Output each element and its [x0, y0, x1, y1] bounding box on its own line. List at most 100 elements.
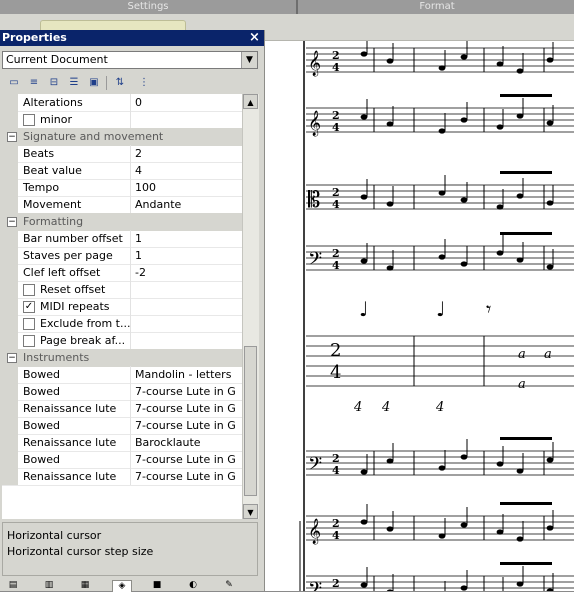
- properties-toolbar: ▭ ≡ ⊟ ☰ ▣ ⇅ ⋮: [2, 73, 260, 95]
- row-gutter: [2, 281, 18, 298]
- note-head: [438, 254, 446, 260]
- collapse-toggle-icon[interactable]: −: [7, 353, 17, 363]
- checkbox[interactable]: [23, 114, 35, 126]
- note-head: [516, 536, 524, 542]
- property-label: Clef left offset: [23, 266, 101, 279]
- layers-tab-icon[interactable]: ▦: [76, 580, 94, 591]
- property-label: minor: [40, 113, 72, 126]
- property-row[interactable]: Renaissance lute Barocklaute: [2, 434, 242, 452]
- property-row[interactable]: Alterations 0: [2, 94, 242, 112]
- layout-icon[interactable]: ▣: [86, 75, 102, 91]
- property-category[interactable]: − Formatting: [2, 213, 242, 231]
- property-value[interactable]: 2: [135, 145, 241, 162]
- property-row[interactable]: ✓ MIDI repeats: [2, 298, 242, 316]
- note-head: [460, 261, 468, 267]
- property-value[interactable]: 100: [135, 179, 241, 196]
- property-row[interactable]: Beats 2: [2, 145, 242, 163]
- properties-panel: Properties × Current Document ▼ ▭ ≡ ⊟ ☰ ▣ ⇅ ⋮ …: [0, 30, 265, 592]
- property-label: Renaissance lute: [23, 470, 117, 483]
- checkbox[interactable]: [23, 284, 35, 296]
- property-value[interactable]: Andante: [135, 196, 241, 213]
- chevron-down-icon[interactable]: ▼: [241, 52, 257, 68]
- row-gutter: [2, 264, 18, 281]
- property-row[interactable]: Reset offset: [2, 281, 242, 299]
- property-name-cell: Bowed: [2, 417, 131, 434]
- clef-icon: 𝄢: [308, 249, 322, 274]
- property-name-cell: Tempo: [2, 179, 131, 196]
- colors-tab-icon[interactable]: ■: [148, 580, 166, 591]
- palette-tab-icon[interactable]: ◐: [184, 580, 202, 591]
- property-grid-scrollbar[interactable]: ▲ ▼: [242, 94, 259, 519]
- note-head: [360, 194, 368, 200]
- property-value[interactable]: 7-course Lute in G: [135, 400, 241, 417]
- properties-tab-icon[interactable]: ◈: [112, 580, 132, 592]
- property-value[interactable]: 1: [135, 247, 241, 264]
- scroll-up-icon[interactable]: ▲: [243, 94, 258, 109]
- property-value[interactable]: 7-course Lute in G: [135, 468, 241, 485]
- collapse-toggle-icon[interactable]: −: [7, 217, 17, 227]
- property-row[interactable]: Renaissance lute 7-course Lute in G: [2, 468, 242, 486]
- property-label: Bowed: [23, 385, 61, 398]
- note-head: [546, 120, 554, 126]
- property-value[interactable]: Barocklaute: [135, 434, 241, 451]
- scroll-down-icon[interactable]: ▼: [243, 504, 258, 519]
- property-value[interactable]: -2: [135, 264, 241, 281]
- property-row[interactable]: Clef left offset -2: [2, 264, 242, 282]
- property-row[interactable]: Renaissance lute 7-course Lute in G: [2, 400, 242, 418]
- property-row[interactable]: Bowed Mandolin - letters: [2, 366, 242, 384]
- files-tab-icon[interactable]: ▤: [4, 580, 22, 591]
- scroll-thumb[interactable]: [244, 346, 257, 496]
- property-row[interactable]: Bowed 7-course Lute in G: [2, 451, 242, 469]
- property-category[interactable]: − Signature and movement: [2, 128, 242, 146]
- property-value[interactable]: 7-course Lute in G: [135, 383, 241, 400]
- property-row[interactable]: Movement Andante: [2, 196, 242, 214]
- property-row[interactable]: Bar number offset 1: [2, 230, 242, 248]
- property-label: Reset offset: [40, 283, 106, 296]
- property-row[interactable]: Page break af...: [2, 332, 242, 350]
- property-value[interactable]: 4: [135, 162, 241, 179]
- property-row[interactable]: Bowed 7-course Lute in G: [2, 417, 242, 435]
- time-signature-top: 2: [330, 340, 341, 361]
- collapse-toggle-icon[interactable]: −: [7, 132, 17, 142]
- outline-icon[interactable]: ☰: [66, 75, 82, 91]
- document-tab-icon[interactable]: ▥: [40, 580, 58, 591]
- tree-icon[interactable]: ⊟: [46, 75, 62, 91]
- close-icon[interactable]: ×: [248, 31, 261, 44]
- help-description: Horizontal cursor step size: [7, 545, 154, 558]
- property-row[interactable]: Exclude from t...: [2, 315, 242, 333]
- property-row[interactable]: Tempo 100: [2, 179, 242, 197]
- note-head: [516, 68, 524, 74]
- note-head: [496, 124, 504, 130]
- properties-title-bar[interactable]: Properties ×: [0, 30, 264, 46]
- property-row[interactable]: Staves per page 1: [2, 247, 242, 265]
- property-row[interactable]: Bowed 7-course Lute in G: [2, 383, 242, 401]
- format-tab[interactable]: Format: [300, 0, 574, 14]
- options-icon[interactable]: ⋮: [136, 75, 152, 91]
- property-value[interactable]: 7-course Lute in G: [135, 417, 241, 434]
- tools-tab-icon[interactable]: ✎: [220, 580, 238, 591]
- settings-tab[interactable]: Settings: [0, 0, 296, 14]
- page-icon[interactable]: ▭: [6, 75, 22, 91]
- checkbox[interactable]: [23, 318, 35, 330]
- list-icon[interactable]: ≡: [26, 75, 42, 91]
- property-value[interactable]: 0: [135, 94, 241, 111]
- property-value[interactable]: Mandolin - letters: [135, 366, 241, 383]
- property-name-cell: Beat value: [2, 162, 131, 179]
- score-svg: 𝄞24𝄞24𝄡24𝄢2424aaa444♩♩𝄾𝄢24𝄞24𝄢24: [299, 41, 574, 591]
- tab-letter: a: [544, 347, 552, 362]
- property-row[interactable]: minor: [2, 111, 242, 129]
- time-sig-den: 4: [332, 61, 340, 74]
- object-selector-dropdown[interactable]: Current Document ▼: [2, 51, 258, 69]
- property-value[interactable]: 1: [135, 230, 241, 247]
- checkbox[interactable]: [23, 335, 35, 347]
- property-row[interactable]: Beat value 4: [2, 162, 242, 180]
- property-value[interactable]: 7-course Lute in G: [135, 451, 241, 468]
- checkbox[interactable]: ✓: [23, 301, 35, 313]
- beam: [500, 502, 552, 505]
- row-gutter: [2, 230, 18, 247]
- sort-az-icon[interactable]: ⇅: [112, 75, 128, 91]
- property-category[interactable]: − Instruments: [2, 349, 242, 367]
- time-sig-den: 4: [332, 259, 340, 272]
- score-canvas[interactable]: 𝄞24𝄞24𝄡24𝄢2424aaa444♩♩𝄾𝄢24𝄞24𝄢24: [264, 41, 574, 591]
- property-label: Bowed: [23, 453, 61, 466]
